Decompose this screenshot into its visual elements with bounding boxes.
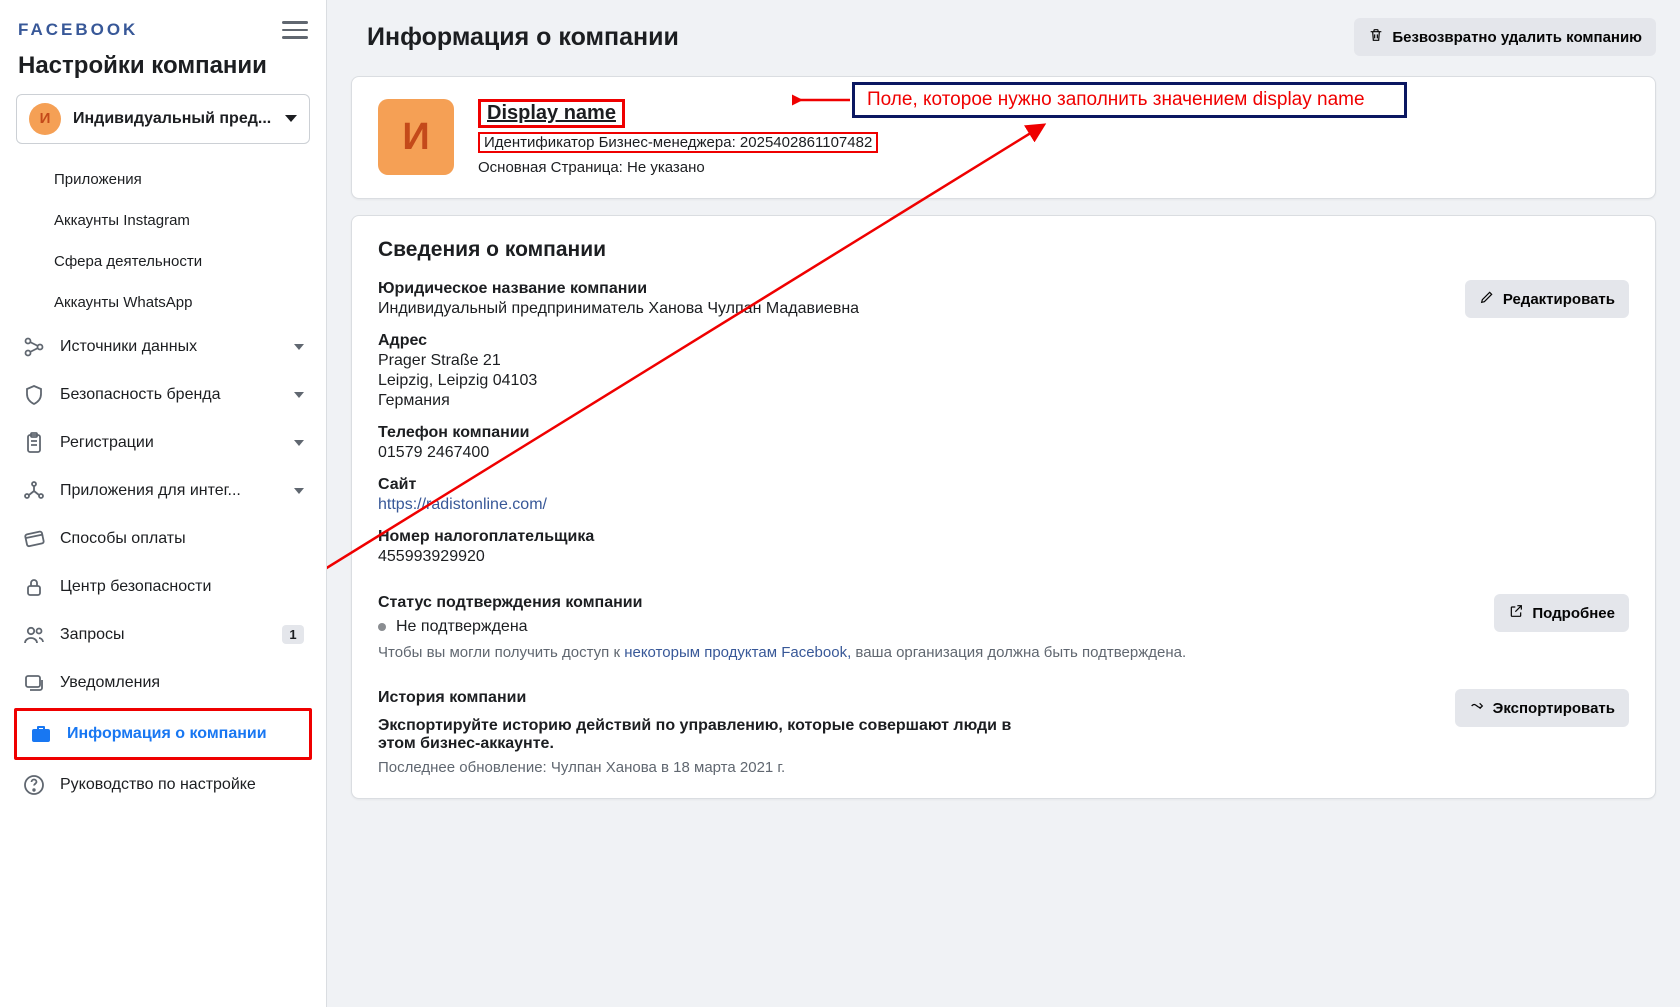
sidebar-item-activity[interactable]: Сфера деятельности: [10, 242, 316, 281]
page-title: Информация о компании: [367, 23, 679, 52]
status-dot-icon: [378, 623, 386, 631]
chevron-down-icon: [294, 488, 304, 494]
history-last-update: Последнее обновление: Чулпан Ханова в 18…: [378, 759, 1455, 776]
sidebar-item-brand-safety[interactable]: Безопасность бренда: [10, 372, 316, 418]
hamburger-icon[interactable]: [282, 16, 308, 44]
messages-icon: [22, 671, 46, 695]
share-icon: [1469, 698, 1485, 718]
site-link[interactable]: https://radistonline.com/: [378, 496, 547, 513]
sidebar-title: Настройки компании: [0, 50, 326, 94]
legal-name-value: Индивидуальный предприниматель Ханова Чу…: [378, 300, 1465, 318]
sidebar-item-notifications[interactable]: Уведомления: [10, 660, 316, 706]
trash-icon: [1368, 27, 1384, 47]
edit-button-label: Редактировать: [1503, 291, 1615, 308]
edit-button[interactable]: Редактировать: [1465, 280, 1629, 318]
company-avatar: И: [378, 99, 454, 175]
sidebar: FACEBOOK Настройки компании И Индивидуал…: [0, 0, 327, 1007]
details-title: Сведения о компании: [378, 238, 1629, 262]
company-header-card: И Display name Идентификатор Бизнес-мене…: [351, 76, 1656, 199]
facebook-logo: FACEBOOK: [18, 20, 138, 40]
caret-down-icon: [285, 115, 297, 122]
sidebar-item-data-sources[interactable]: Источники данных: [10, 324, 316, 370]
credit-card-icon: [22, 527, 46, 551]
chevron-down-icon: [294, 392, 304, 398]
sidebar-item-whatsapp[interactable]: Аккаунты WhatsApp: [10, 283, 316, 322]
sidebar-item-integrations[interactable]: Приложения для интег...: [10, 468, 316, 514]
requests-badge: 1: [282, 625, 304, 644]
chevron-down-icon: [294, 344, 304, 350]
phone-value: 01579 2467400: [378, 444, 1465, 462]
company-details-card: Сведения о компании Юридическое название…: [351, 215, 1656, 799]
more-button-label: Подробнее: [1532, 605, 1615, 622]
fb-products-link[interactable]: некоторым продуктам Facebook,: [624, 644, 851, 661]
address-line1: Prager Straße 21: [378, 352, 1465, 370]
history-desc: Экспортируйте историю действий по управл…: [378, 717, 1018, 753]
verification-hint: Чтобы вы могли получить доступ к некотор…: [378, 644, 1494, 661]
business-selector-label: Индивидуальный пред...: [73, 110, 285, 128]
sidebar-item-registrations[interactable]: Регистрации: [10, 420, 316, 466]
sidebar-item-payment[interactable]: Способы оплаты: [10, 516, 316, 562]
address-line3: Германия: [378, 392, 1465, 410]
help-icon: [22, 773, 46, 797]
verification-status: Не подтверждена: [378, 618, 1494, 636]
site-label: Сайт: [378, 476, 1465, 494]
briefcase-icon: [29, 722, 53, 746]
share-nodes-icon: [22, 335, 46, 359]
business-selector[interactable]: И Индивидуальный пред...: [16, 94, 310, 144]
verification-title: Статус подтверждения компании: [378, 594, 1494, 612]
export-button[interactable]: Экспортировать: [1455, 689, 1629, 727]
tax-value: 455993929920: [378, 548, 1465, 566]
people-icon: [22, 623, 46, 647]
pencil-icon: [1479, 289, 1495, 309]
clipboard-icon: [22, 431, 46, 455]
display-name: Display name: [478, 99, 625, 128]
more-button[interactable]: Подробнее: [1494, 594, 1629, 632]
sidebar-item-instagram[interactable]: Аккаунты Instagram: [10, 201, 316, 240]
sidebar-item-setup-guide[interactable]: Руководство по настройке: [10, 762, 316, 808]
sidebar-item-apps[interactable]: Приложения: [10, 160, 316, 199]
delete-company-label: Безвозвратно удалить компанию: [1392, 29, 1642, 46]
primary-page-line: Основная Страница: Не указано: [478, 159, 1629, 176]
delete-company-button[interactable]: Безвозвратно удалить компанию: [1354, 18, 1656, 56]
business-avatar: И: [29, 103, 61, 135]
main-content: Информация о компании Безвозвратно удали…: [327, 0, 1680, 1007]
address-label: Адрес: [378, 332, 1465, 350]
chevron-down-icon: [294, 440, 304, 446]
lock-icon: [22, 575, 46, 599]
legal-name-label: Юридическое название компании: [378, 280, 1465, 298]
phone-label: Телефон компании: [378, 424, 1465, 442]
sidebar-item-company-info[interactable]: Информация о компании: [17, 711, 309, 757]
address-line2: Leipzig, Leipzig 04103: [378, 372, 1465, 390]
export-button-label: Экспортировать: [1493, 700, 1615, 717]
shield-icon: [22, 383, 46, 407]
sidebar-item-security-center[interactable]: Центр безопасности: [10, 564, 316, 610]
integration-icon: [22, 479, 46, 503]
sidebar-item-requests[interactable]: Запросы 1: [10, 612, 316, 658]
external-link-icon: [1508, 603, 1524, 623]
business-manager-id: Идентификатор Бизнес-менеджера: 20254028…: [478, 132, 878, 153]
history-title: История компании: [378, 689, 1455, 707]
tax-label: Номер налогоплательщика: [378, 528, 1465, 546]
